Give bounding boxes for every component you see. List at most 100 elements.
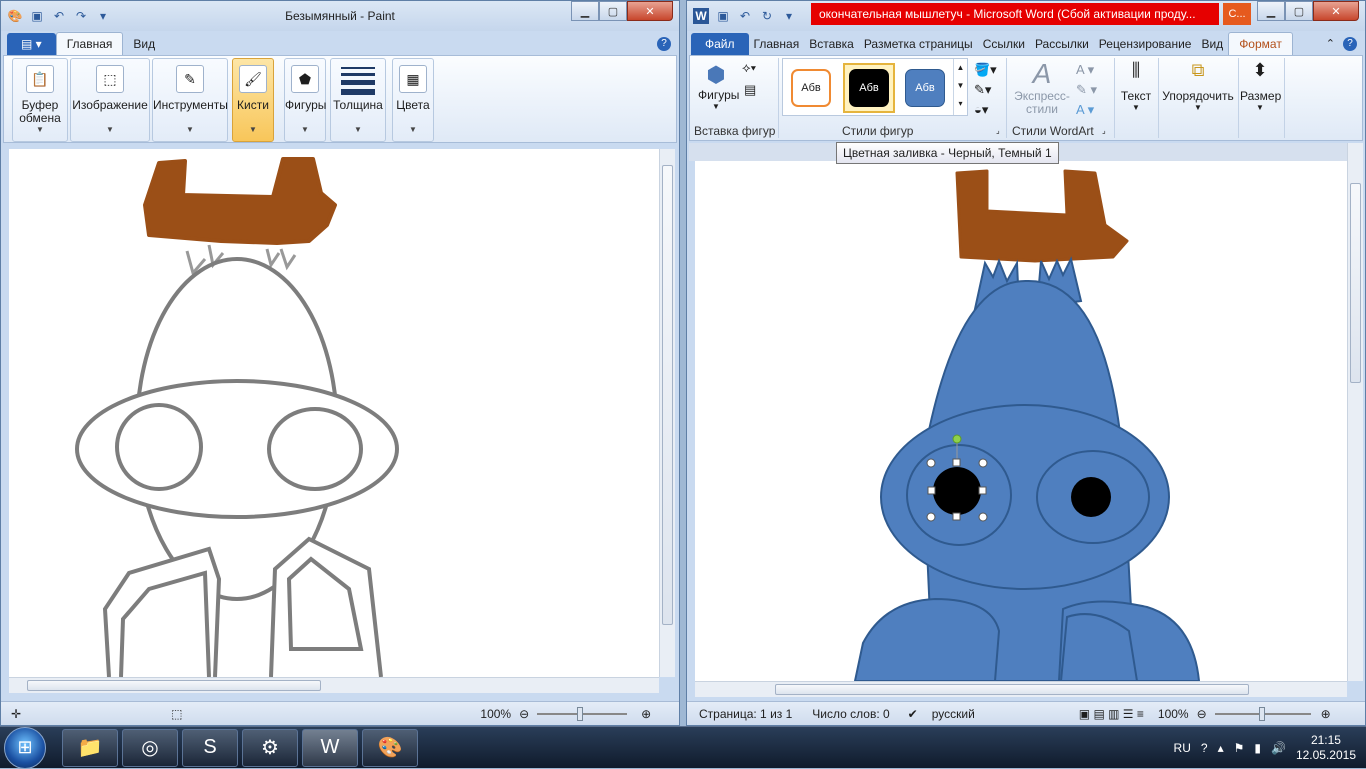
tab-home[interactable]: Главная <box>55 32 124 55</box>
minimize-button[interactable]: ▁ <box>571 1 599 21</box>
scroll-thumb[interactable] <box>775 684 1249 695</box>
customize-qat-icon[interactable]: ▾ <box>95 8 111 24</box>
help-icon[interactable]: ? <box>1201 741 1208 755</box>
clock[interactable]: 21:15 12.05.2015 <box>1296 733 1356 763</box>
proofing-icon[interactable]: ✔ <box>908 707 918 721</box>
tab-insert[interactable]: Вставка <box>804 33 859 55</box>
maximize-button[interactable]: ▢ <box>1285 1 1313 21</box>
close-button[interactable]: ✕ <box>627 1 673 21</box>
document-page[interactable] <box>695 161 1347 681</box>
text-button[interactable]: ⫼ Текст ▼ <box>1118 60 1154 112</box>
help-icon[interactable]: ? <box>1343 37 1357 51</box>
zoom-level[interactable]: 100% <box>1158 707 1189 721</box>
tab-view[interactable]: Вид <box>123 33 165 55</box>
zoom-in-button[interactable]: ⊕ <box>1321 707 1331 721</box>
zoom-in-button[interactable]: ⊕ <box>641 707 651 721</box>
dialog-launcher-icon[interactable]: ⌟ <box>996 126 1000 135</box>
text-box-icon[interactable]: ▤ <box>744 82 756 98</box>
redo-icon[interactable]: ↻ <box>759 8 775 24</box>
chevron-down-icon: ▼ <box>1132 103 1140 112</box>
text-outline-icon[interactable]: ✎ ▾ <box>1076 80 1097 100</box>
tab-references[interactable]: Ссылки <box>978 33 1030 55</box>
tab-page-layout[interactable]: Разметка страницы <box>859 33 978 55</box>
text-fill-outline-effects[interactable]: A ▾ ✎ ▾ A ▾ <box>1076 60 1097 120</box>
paint-vertical-scrollbar[interactable] <box>659 149 675 677</box>
express-styles-button[interactable]: A Экспресс-стили <box>1012 58 1072 116</box>
volume-icon[interactable]: 🔊 <box>1271 741 1286 755</box>
view-buttons[interactable]: ▣ ▤ ▥ ☰ ≡ <box>1079 707 1144 721</box>
show-hidden-icons[interactable]: ▴ <box>1218 741 1224 755</box>
text-effects-icon[interactable]: A ▾ <box>1076 100 1097 120</box>
close-button[interactable]: ✕ <box>1313 1 1359 21</box>
start-button[interactable]: ⊞ <box>4 726 46 769</box>
group-size[interactable]: Толщина ▼ <box>330 58 386 142</box>
style-sample-selected[interactable]: Абв <box>843 63 895 113</box>
skype-taskbar-icon[interactable]: S <box>182 728 238 767</box>
tab-mailings[interactable]: Рассылки <box>1030 33 1094 55</box>
paint-app-icon[interactable]: 🎨 <box>7 8 23 24</box>
zoom-slider[interactable] <box>1214 706 1311 721</box>
save-icon[interactable]: ▣ <box>715 8 731 24</box>
gallery-scroll[interactable]: ▲ ▼ ▾ <box>953 59 967 115</box>
chrome-taskbar-icon[interactable]: ◎ <box>122 728 178 767</box>
collapse-ribbon-icon[interactable]: ⌃ <box>1326 37 1335 50</box>
steam-taskbar-icon[interactable]: ⚙ <box>242 728 298 767</box>
zoom-slider[interactable] <box>537 706 628 721</box>
window-controls: ▁ ▢ ✕ <box>1257 1 1359 21</box>
word-taskbar-icon[interactable]: W <box>302 728 358 767</box>
save-icon[interactable]: ▣ <box>29 8 45 24</box>
size-button[interactable]: ⬍ Размер ▼ <box>1240 60 1281 112</box>
group-tools[interactable]: ✎ Инструменты ▼ <box>152 58 228 142</box>
minimize-button[interactable]: ▁ <box>1257 1 1285 21</box>
style-sample-blue[interactable]: Абв <box>905 69 945 107</box>
zoom-out-button[interactable]: ⊖ <box>1197 707 1207 721</box>
undo-icon[interactable]: ↶ <box>51 8 67 24</box>
maximize-button[interactable]: ▢ <box>599 1 627 21</box>
customize-qat-icon[interactable]: ▾ <box>781 8 797 24</box>
group-image[interactable]: ⬚ Изображение ▼ <box>70 58 150 142</box>
text-fill-icon[interactable]: A ▾ <box>1076 60 1097 80</box>
style-sample-orange-outline[interactable]: Абв <box>791 69 831 107</box>
paint-horizontal-scrollbar[interactable] <box>9 677 659 693</box>
redo-icon[interactable]: ↷ <box>73 8 89 24</box>
tab-view[interactable]: Вид <box>1196 33 1228 55</box>
zoom-out-button[interactable]: ⊖ <box>519 707 529 721</box>
word-count[interactable]: Число слов: 0 <box>812 707 889 721</box>
help-icon[interactable]: ? <box>657 37 671 51</box>
shape-fill-icon[interactable]: 🪣▾ <box>974 60 997 80</box>
word-app-icon[interactable]: W <box>693 8 709 24</box>
scroll-thumb[interactable] <box>662 165 673 625</box>
paint-canvas[interactable] <box>9 149 659 677</box>
group-shapes[interactable]: ⬟ Фигуры ▼ <box>284 58 326 142</box>
arrange-button[interactable]: ⧉ Упорядочить ▼ <box>1160 60 1236 112</box>
undo-icon[interactable]: ↶ <box>737 8 753 24</box>
word-horizontal-scrollbar[interactable] <box>695 681 1347 697</box>
scroll-thumb[interactable] <box>1350 183 1361 383</box>
shape-effects-icon[interactable]: ◒▾ <box>974 100 997 120</box>
language-indicator[interactable]: RU <box>1174 741 1191 755</box>
tab-file[interactable]: Файл <box>691 33 749 55</box>
dialog-launcher-icon[interactable]: ⌟ <box>1102 126 1106 135</box>
action-center-icon[interactable]: ⚑ <box>1234 741 1245 755</box>
explorer-taskbar-icon[interactable]: 📁 <box>62 728 118 767</box>
page-count[interactable]: Страница: 1 из 1 <box>699 707 792 721</box>
paint-ribbon: 📋 Буфер обмена ▼ ⬚ Изображение ▼ ✎ Инстру… <box>3 55 677 143</box>
brown-brush-stroke <box>143 157 337 245</box>
group-brushes[interactable]: 🖌 Кисти ▼ <box>232 58 274 142</box>
tab-home[interactable]: Главная <box>749 33 805 55</box>
group-colors[interactable]: ▦ Цвета ▼ <box>392 58 434 142</box>
language[interactable]: русский <box>932 707 975 721</box>
paint-menu-button[interactable]: ▤ ▾ <box>7 33 56 55</box>
shapes-button[interactable]: ⬢ Фигуры ▼ <box>698 62 739 111</box>
word-vertical-scrollbar[interactable] <box>1347 143 1363 681</box>
edit-shape-icon[interactable]: ⟡▾ <box>742 60 756 76</box>
shape-outline-icon[interactable]: ✎▾ <box>974 80 997 100</box>
shape-fill-outline-effects[interactable]: 🪣▾ ✎▾ ◒▾ <box>974 60 997 120</box>
scroll-thumb[interactable] <box>27 680 321 691</box>
network-icon[interactable]: ▮ <box>1254 741 1261 755</box>
tab-review[interactable]: Рецензирование <box>1094 33 1197 55</box>
paint-taskbar-icon[interactable]: 🎨 <box>362 728 418 767</box>
group-clipboard[interactable]: 📋 Буфер обмена ▼ <box>12 58 68 142</box>
taskbar: ⊞ 📁 ◎ S ⚙ W 🎨 RU ? ▴ ⚑ ▮ 🔊 21:15 12.05.2… <box>0 726 1366 769</box>
tab-format[interactable]: Формат <box>1228 32 1293 55</box>
